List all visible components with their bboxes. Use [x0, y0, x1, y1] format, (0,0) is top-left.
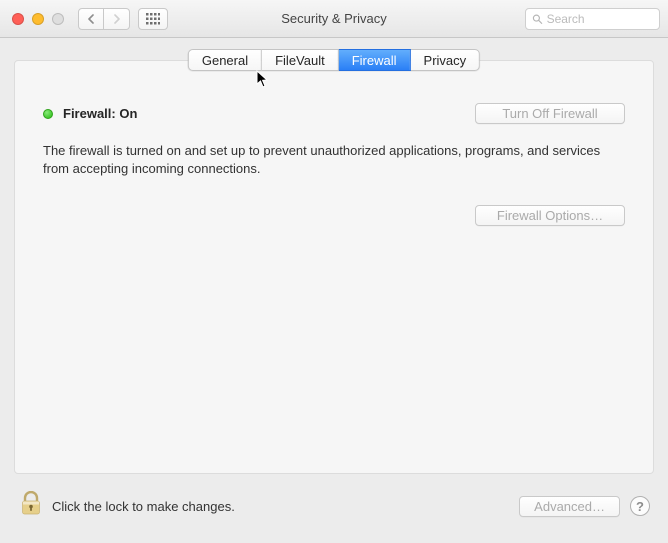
back-button[interactable] [78, 8, 104, 30]
search-field[interactable] [525, 8, 660, 30]
status-indicator-icon [43, 109, 53, 119]
advanced-button[interactable]: Advanced… [519, 496, 620, 517]
tab-privacy[interactable]: Privacy [411, 49, 481, 71]
nav-buttons [78, 8, 130, 30]
tab-general[interactable]: General [188, 49, 262, 71]
show-all-prefs-button[interactable] [138, 8, 168, 30]
firewall-options-button[interactable]: Firewall Options… [475, 205, 625, 226]
tab-firewall[interactable]: Firewall [339, 49, 411, 71]
help-button[interactable]: ? [630, 496, 650, 516]
window-controls [12, 13, 64, 25]
lock-hint-label: Click the lock to make changes. [52, 499, 235, 514]
lock-icon[interactable] [20, 491, 42, 520]
firewall-status-label: Firewall: On [63, 106, 137, 121]
firewall-description: The firewall is turned on and set up to … [43, 142, 625, 177]
window-titlebar: Security & Privacy [0, 0, 668, 38]
chevron-left-icon [87, 14, 95, 24]
zoom-window-button[interactable] [52, 13, 64, 25]
turn-off-firewall-button[interactable]: Turn Off Firewall [475, 103, 625, 124]
search-input[interactable] [547, 12, 653, 26]
forward-button[interactable] [104, 8, 130, 30]
minimize-window-button[interactable] [32, 13, 44, 25]
footer: Click the lock to make changes. Advanced… [0, 482, 668, 530]
close-window-button[interactable] [12, 13, 24, 25]
chevron-right-icon [113, 14, 121, 24]
grid-icon [146, 13, 160, 25]
preferences-panel: General FileVault Firewall Privacy Firew… [14, 60, 654, 474]
tab-filevault[interactable]: FileVault [262, 49, 339, 71]
tab-bar: General FileVault Firewall Privacy [188, 49, 480, 71]
search-icon [532, 13, 543, 25]
